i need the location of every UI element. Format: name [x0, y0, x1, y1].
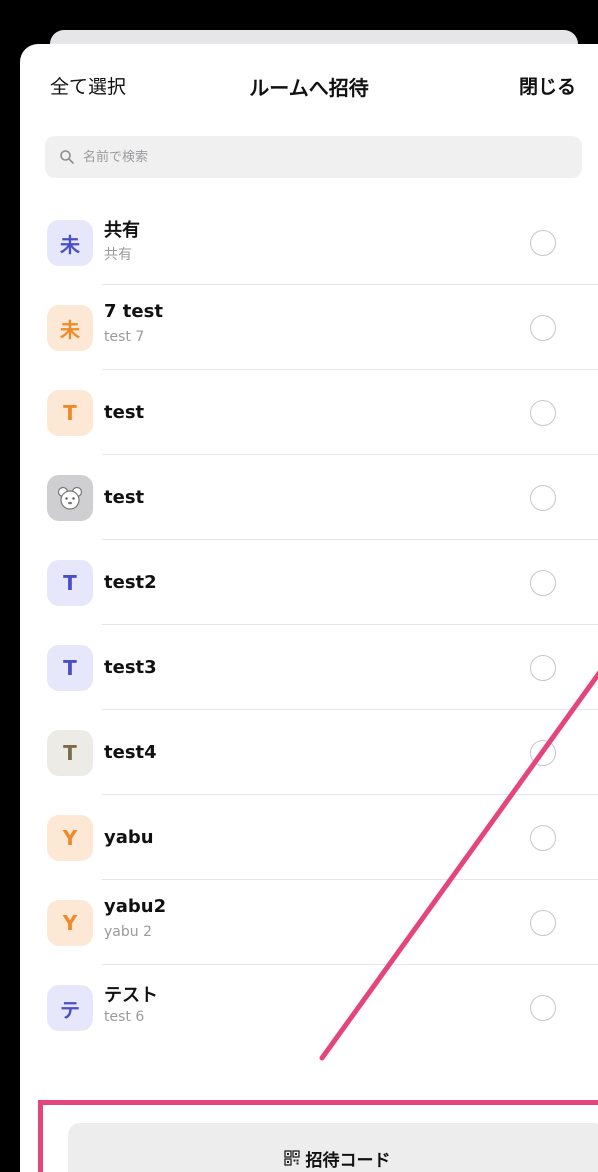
select-all-button[interactable]: 全て選択 — [50, 72, 126, 99]
member-name: test4 — [104, 742, 157, 763]
search-bar[interactable] — [45, 136, 582, 178]
select-radio[interactable] — [530, 315, 556, 341]
member-row[interactable]: test — [20, 455, 598, 540]
highlight-box: 招待コード — [38, 1100, 598, 1172]
invite-code-label: 招待コード — [305, 1150, 391, 1171]
member-row[interactable]: 未 7 test test 7 — [20, 285, 598, 370]
member-name: test — [104, 487, 145, 508]
member-name: test — [104, 402, 145, 423]
member-row[interactable]: Ttest2 — [20, 540, 598, 625]
member-subtitle: yabu 2 — [104, 924, 152, 940]
member-name: 共有 — [104, 220, 140, 241]
select-radio[interactable] — [530, 485, 556, 511]
select-radio[interactable] — [530, 655, 556, 681]
member-name: yabu2 — [104, 896, 167, 917]
sheet-header: 全て選択 ルームへ招待 閉じる — [20, 44, 598, 134]
member-avatar: Y — [47, 900, 93, 946]
member-avatar: T — [47, 730, 93, 776]
select-radio[interactable] — [530, 995, 556, 1021]
select-radio[interactable] — [530, 740, 556, 766]
member-row[interactable]: Ttest3 — [20, 625, 598, 710]
member-avatar: T — [47, 560, 93, 606]
select-radio[interactable] — [530, 230, 556, 256]
bear-face-icon — [57, 486, 83, 510]
member-row[interactable]: Yyabu2 yabu 2 — [20, 880, 598, 965]
select-radio[interactable] — [530, 400, 556, 426]
member-subtitle: test 6 — [104, 1009, 145, 1025]
member-name: 7 test — [104, 301, 163, 322]
select-radio[interactable] — [530, 825, 556, 851]
member-row[interactable]: Yyabu — [20, 795, 598, 880]
search-input[interactable] — [81, 148, 535, 166]
member-list: 未共有 共有未 7 test test 7 Ttest test Ttest2 Ttest3 T… — [20, 200, 598, 1050]
member-avatar: テ — [47, 985, 93, 1031]
member-row[interactable]: Ttest — [20, 370, 598, 455]
member-name: yabu — [104, 827, 154, 848]
select-radio[interactable] — [530, 910, 556, 936]
member-avatar: T — [47, 645, 93, 691]
qr-code-icon — [283, 1150, 300, 1166]
invite-sheet: 全て選択 ルームへ招待 閉じる 未共有共有未7 testtest 7Ttestt… — [20, 44, 598, 1172]
select-radio[interactable] — [530, 570, 556, 596]
member-name: test3 — [104, 657, 157, 678]
member-row[interactable]: Ttest4 — [20, 710, 598, 795]
member-avatar — [47, 475, 93, 521]
close-button[interactable]: 閉じる — [519, 72, 576, 99]
member-name: テスト — [104, 985, 158, 1006]
member-subtitle: test 7 — [104, 329, 145, 345]
member-row[interactable]: テテスト test 6 — [20, 965, 598, 1050]
member-avatar: 未 — [47, 220, 93, 266]
member-name: test2 — [104, 572, 157, 593]
member-subtitle: 共有 — [104, 247, 132, 263]
member-avatar: Y — [47, 815, 93, 861]
member-avatar: 未 — [47, 305, 93, 351]
search-icon — [60, 150, 74, 164]
member-row[interactable]: 未共有 共有 — [20, 200, 598, 285]
invite-code-button[interactable]: 招待コード — [68, 1123, 598, 1172]
member-avatar: T — [47, 390, 93, 436]
